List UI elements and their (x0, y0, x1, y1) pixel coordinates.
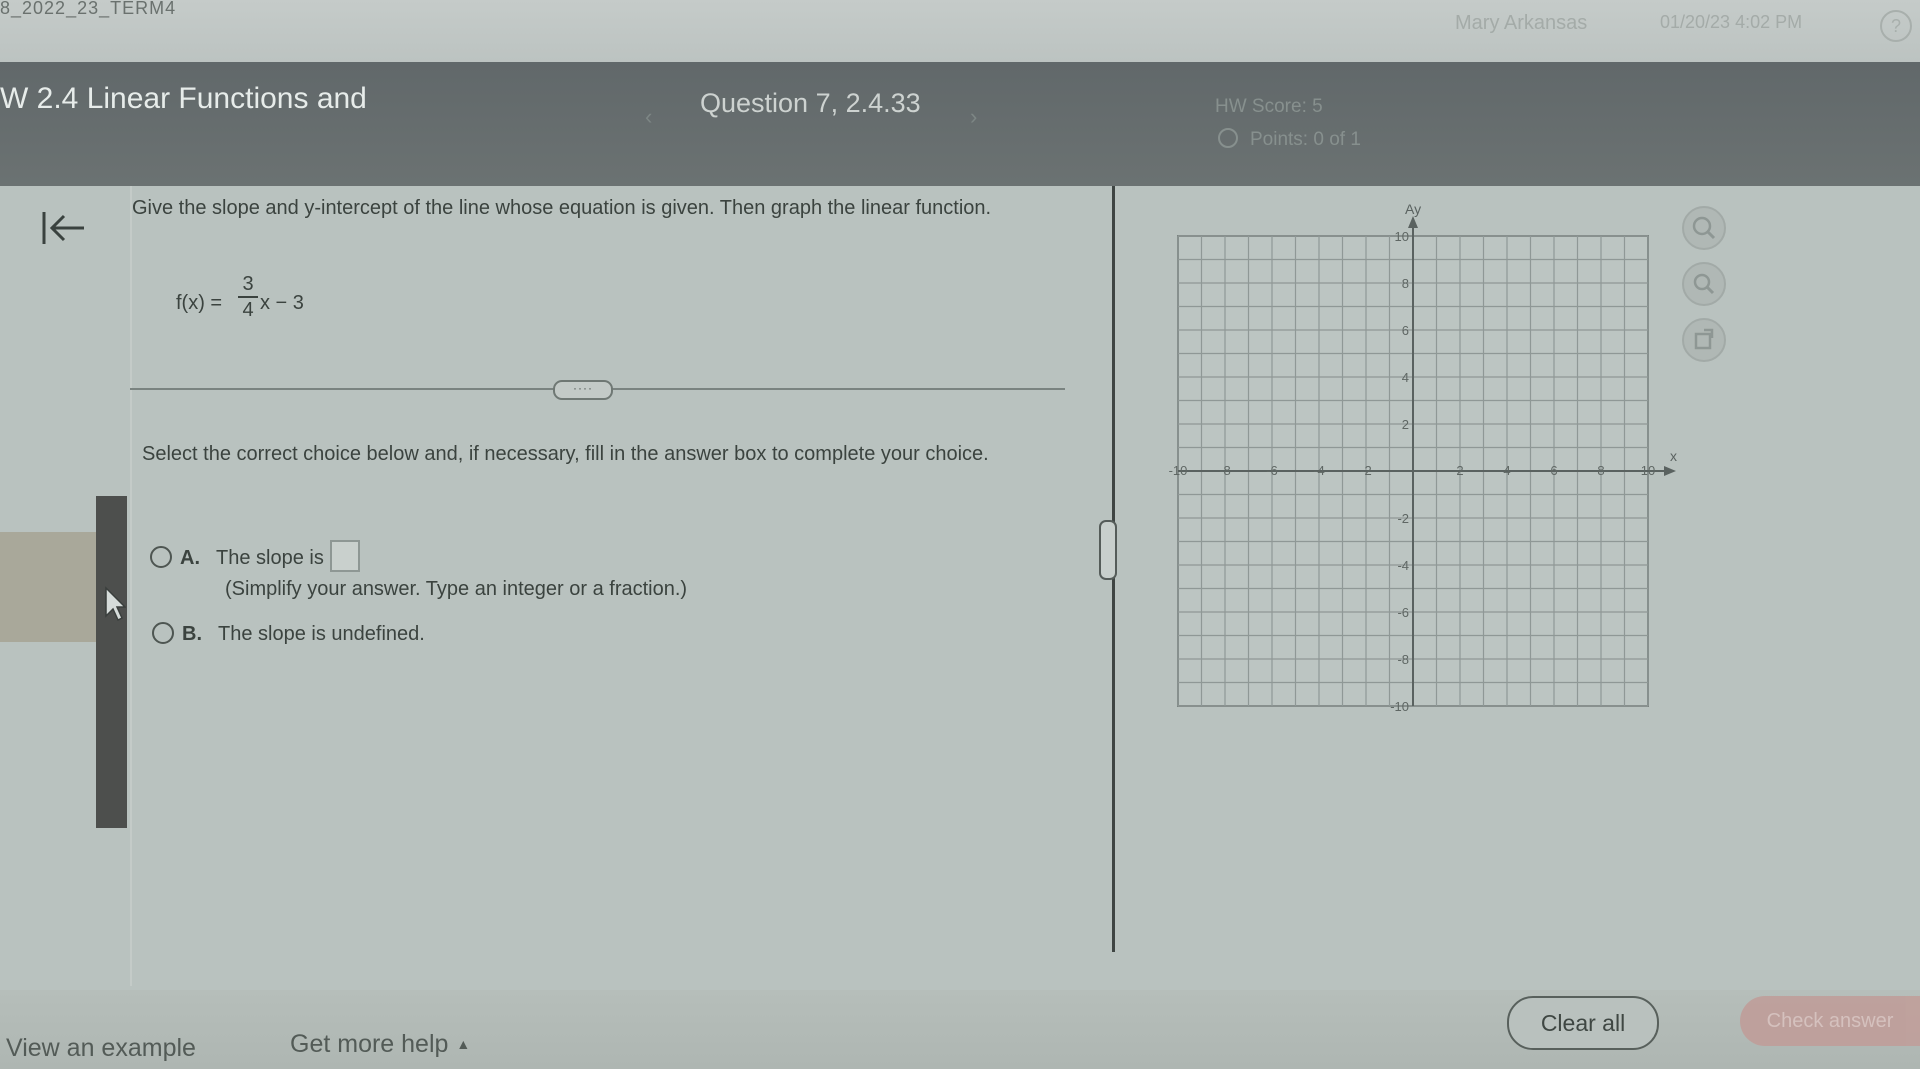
share-icon[interactable] (1682, 318, 1726, 362)
assignment-title: W 2.4 Linear Functions and (0, 82, 367, 115)
points-row: Points: 0 of 1 (1218, 128, 1361, 151)
question-circle-icon[interactable]: ? (1880, 10, 1912, 42)
y-tick-label: -10 (1390, 699, 1409, 714)
y-axis-label: Ay (1405, 201, 1421, 217)
choice-a-letter: A. (180, 547, 200, 569)
choice-a[interactable]: A. The slope is (150, 540, 360, 572)
y-tick-label: -2 (1397, 511, 1409, 526)
get-more-help-label: Get more help (290, 1030, 449, 1058)
mouse-pointer-icon (105, 586, 126, 622)
previous-question-icon[interactable]: ‹ (645, 104, 652, 130)
expand-handle-icon[interactable]: ···· (553, 380, 613, 400)
splitter-handle[interactable] (1099, 520, 1117, 580)
y-tick-label: -4 (1397, 558, 1409, 573)
left-scroll-bar[interactable] (96, 496, 127, 828)
y-tick-label: 4 (1402, 370, 1409, 385)
panel-edge (130, 186, 132, 986)
select-instructions: Select the correct choice below and, if … (142, 443, 989, 465)
x-tick-label: 6 (1550, 463, 1557, 478)
fraction-numerator: 3 (242, 273, 254, 295)
x-tick-label: 10 (1641, 463, 1655, 478)
choice-b-radio[interactable] (152, 622, 174, 644)
x-axis-arrow (1664, 466, 1676, 476)
equation-lhs: f(x) = (176, 292, 223, 314)
y-tick-label: 6 (1402, 323, 1409, 338)
fraction-denominator: 4 (242, 299, 254, 321)
x-axis-label: x (1670, 448, 1677, 464)
question-instructions: Give the slope and y-intercept of the li… (132, 197, 992, 219)
check-answer-button[interactable]: Check answer (1740, 996, 1920, 1046)
y-tick-label: 8 (1402, 276, 1409, 291)
choice-b-text: The slope is undefined. (218, 623, 425, 645)
x-tick-label: -8 (1219, 463, 1231, 478)
caret-up-icon: ▲ (456, 1036, 471, 1052)
choice-b-letter: B. (182, 623, 202, 645)
choice-a-hint: (Simplify your answer. Type an integer o… (225, 578, 688, 600)
points-text: Points: 0 of 1 (1250, 129, 1361, 150)
datetime: 01/20/23 4:02 PM (1660, 12, 1803, 32)
view-example-link[interactable]: View an example (6, 1034, 196, 1063)
zoom-in-icon[interactable] (1682, 206, 1726, 250)
x-tick-label: -4 (1313, 463, 1325, 478)
choice-a-text: The slope is (216, 547, 324, 569)
clear-all-button[interactable]: Clear all (1507, 996, 1659, 1050)
points-status-icon (1218, 128, 1238, 148)
user-name: Mary Arkansas (1455, 12, 1588, 34)
next-question-icon[interactable]: › (970, 104, 977, 130)
assignment-header: W 2.4 Linear Functions and ‹ Question 7,… (0, 62, 1920, 186)
x-tick-label: 2 (1456, 463, 1463, 478)
collapse-back-icon[interactable] (40, 206, 88, 250)
coordinate-graph[interactable]: x Ay -10 -8 -6 -4 -2 2 4 6 8 10 10 8 6 4 2 -2 -4 -6 -8 -10 (1160, 200, 1680, 740)
y-tick-label: -8 (1397, 652, 1409, 667)
slope-fraction: 3 4 (238, 272, 258, 322)
equation-rhs: x − 3 (260, 292, 304, 314)
y-axis-arrow (1408, 216, 1418, 228)
zoom-out-icon[interactable] (1682, 262, 1726, 306)
question-title[interactable]: Question 7, 2.4.33 (700, 88, 921, 119)
left-accent-block (0, 532, 110, 642)
choice-b[interactable]: B. The slope is undefined. (152, 622, 425, 646)
x-tick-label: -2 (1360, 463, 1372, 478)
get-more-help-link[interactable]: Get more help ▲ (290, 1030, 470, 1059)
x-tick-label: -6 (1266, 463, 1278, 478)
slope-answer-input[interactable] (329, 540, 360, 572)
top-strip: 8_2022_23_TERM4 Mary Arkansas 01/20/23 4… (0, 0, 1920, 62)
x-tick-label: -10 (1169, 463, 1188, 478)
x-tick-label: 4 (1503, 463, 1510, 478)
course-name: 8_2022_23_TERM4 (0, 0, 177, 18)
y-tick-label: -6 (1397, 605, 1409, 620)
hw-score: HW Score: 5 (1215, 96, 1323, 117)
y-tick-label: 2 (1402, 417, 1409, 432)
y-tick-label: 10 (1395, 229, 1409, 244)
choice-a-radio[interactable] (150, 546, 172, 568)
x-tick-label: 8 (1597, 463, 1604, 478)
